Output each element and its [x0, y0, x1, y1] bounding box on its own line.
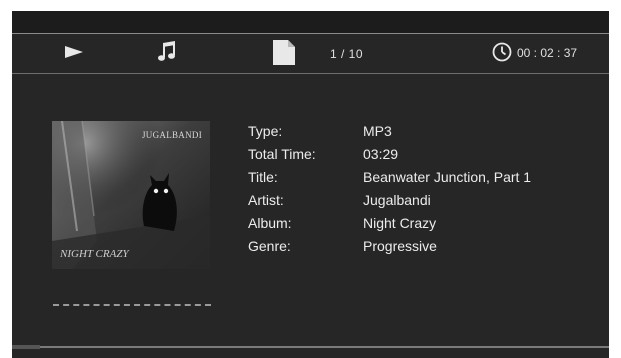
info-label: Artist: [248, 192, 284, 208]
album-art: JUGALBANDI NIGHT CRAZY [52, 121, 210, 269]
bottom-accent [12, 345, 40, 349]
info-label: Genre: [248, 238, 291, 254]
progress-indicator [53, 304, 211, 306]
album-art-subtitle-text: NIGHT CRAZY [60, 248, 129, 260]
elapsed-time: 00 : 02 : 37 [517, 46, 578, 60]
info-value: Progressive [363, 238, 437, 254]
info-label: Title: [248, 169, 278, 185]
file-icon [273, 40, 295, 65]
album-art-title-text: JUGALBANDI [142, 130, 202, 140]
track-counter: 1 / 10 [330, 47, 364, 61]
info-value: Jugalbandi [363, 192, 431, 208]
clock-icon [492, 42, 512, 62]
bottom-divider [12, 346, 609, 348]
music-note-icon [158, 41, 175, 61]
info-label: Album: [248, 215, 292, 231]
info-label: Total Time: [248, 146, 316, 162]
top-band [12, 11, 609, 33]
info-value: Night Crazy [363, 215, 437, 231]
info-label: Type: [248, 123, 283, 139]
play-icon[interactable] [65, 46, 83, 58]
album-art-image [52, 121, 210, 269]
media-player-screen: 1 / 10 00 : 02 : 37 JUGALBANDI NIGHT CRA… [12, 11, 609, 358]
header-divider [12, 73, 609, 74]
status-bar: 1 / 10 00 : 02 : 37 [12, 33, 609, 73]
info-value: MP3 [363, 123, 392, 139]
info-value: 03:29 [363, 146, 399, 162]
info-value: Beanwater Junction, Part 1 [363, 169, 532, 185]
